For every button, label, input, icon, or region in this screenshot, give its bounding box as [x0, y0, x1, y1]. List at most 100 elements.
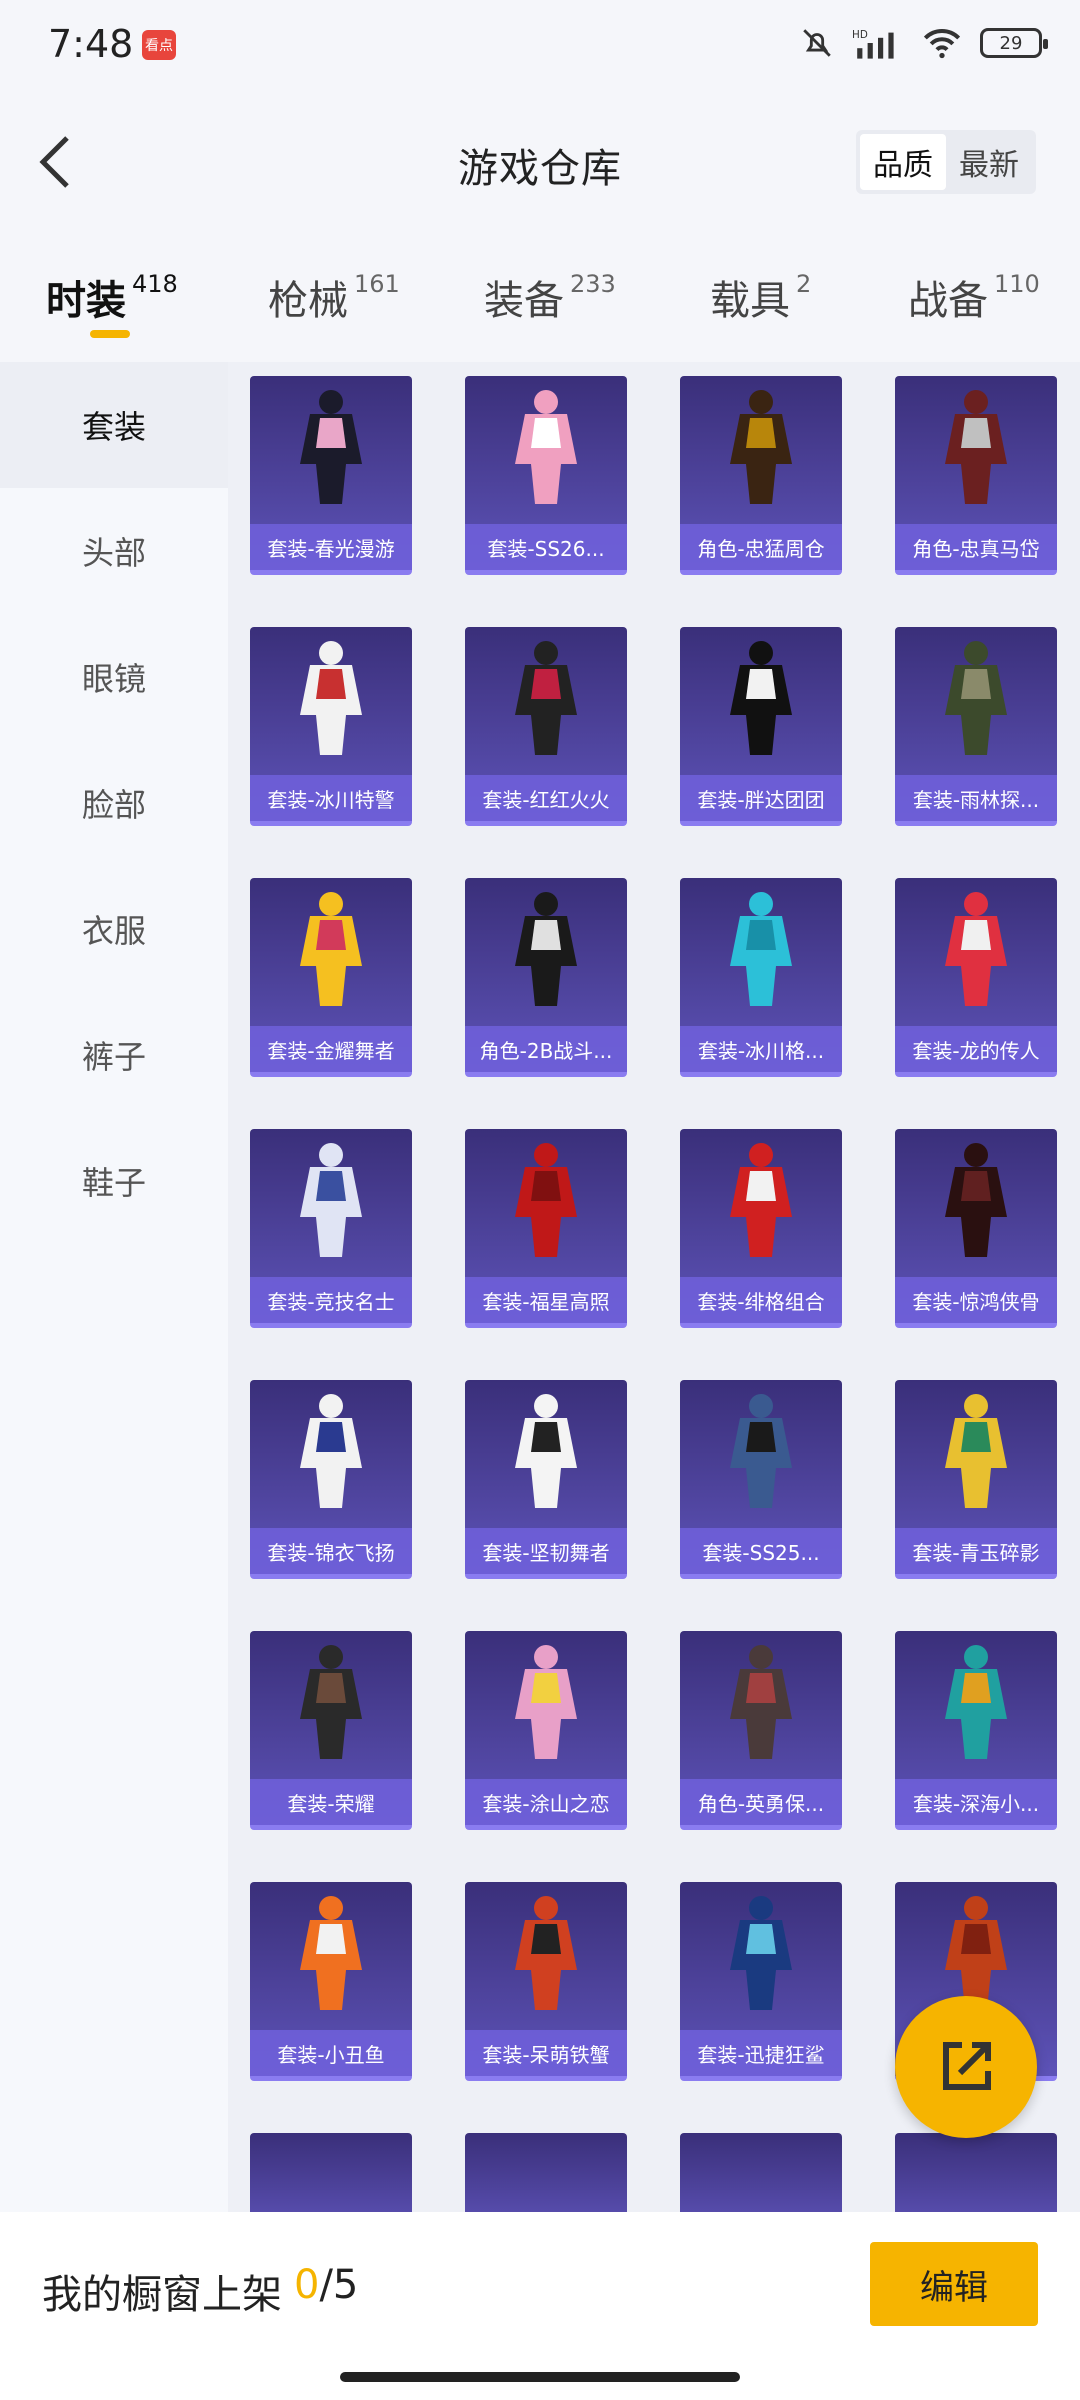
sidebar-item-glasses[interactable]: 眼镜 [0, 614, 228, 740]
tab-count: 2 [796, 270, 812, 298]
item-card[interactable]: 套装-迅捷狂鲨 [680, 1882, 842, 2081]
tab-count: 418 [132, 270, 178, 298]
item-name: 套装-红红火火 [465, 775, 627, 821]
item-thumbnail [515, 390, 577, 504]
item-card[interactable]: 角色-2B战斗... [465, 878, 627, 1077]
item-card[interactable]: 套装-涂山之恋 [465, 1631, 627, 1830]
sort-latest-button[interactable]: 最新 [946, 134, 1032, 190]
item-thumbnail [945, 1394, 1007, 1508]
showcase-total: /5 [319, 2262, 359, 2308]
item-card[interactable]: 套装-深海小... [895, 1631, 1057, 1830]
item-card[interactable] [250, 2133, 412, 2212]
item-card[interactable]: 套装-锦衣飞扬 [250, 1380, 412, 1579]
item-thumbnail [945, 892, 1007, 1006]
item-thumbnail [300, 641, 362, 755]
sidebar: 套装 头部 眼镜 脸部 衣服 裤子 鞋子 [0, 362, 228, 2212]
tab-count: 161 [354, 270, 400, 298]
item-name: 套装-荣耀 [250, 1779, 412, 1825]
item-card[interactable]: 套装-小丑鱼 [250, 1882, 412, 2081]
item-grid: 套装-春光漫游 套装-SS26... 角色-忠猛周仓 角色-忠真马岱 套装-冰川特警 套装… [250, 376, 1057, 2212]
item-name: 角色-2B战斗... [465, 1026, 627, 1072]
battery-icon: 29 [980, 28, 1048, 58]
item-name: 套装-呆萌铁蟹 [465, 2030, 627, 2076]
item-card[interactable]: 套装-福星高照 [465, 1129, 627, 1328]
showcase-count: 0 [294, 2262, 320, 2308]
item-thumbnail [515, 641, 577, 755]
item-name: 套装-深海小... [895, 1779, 1057, 1825]
item-card[interactable]: 套装-红红火火 [465, 627, 627, 826]
item-name: 套装-春光漫游 [250, 524, 412, 570]
item-thumbnail [515, 1143, 577, 1257]
item-card[interactable]: 套装-竞技名士 [250, 1129, 412, 1328]
item-card[interactable]: 套装-春光漫游 [250, 376, 412, 575]
item-thumbnail [945, 1143, 1007, 1257]
item-card[interactable]: 套装-惊鸿侠骨 [895, 1129, 1057, 1328]
item-card[interactable]: 套装-SS25... [680, 1380, 842, 1579]
item-name: 套装-胖达团团 [680, 775, 842, 821]
edit-button[interactable]: 编辑 [870, 2242, 1038, 2326]
home-indicator [340, 2372, 740, 2382]
item-name: 套装-冰川格... [680, 1026, 842, 1072]
bottom-bar: 我的橱窗上架 0 /5 编辑 [0, 2212, 1080, 2400]
item-thumbnail [730, 892, 792, 1006]
item-card[interactable]: 角色-忠猛周仓 [680, 376, 842, 575]
tab-fashion[interactable]: 时装 418 [46, 268, 178, 326]
share-button[interactable] [895, 1996, 1037, 2138]
item-grid-area: 套装-春光漫游 套装-SS26... 角色-忠猛周仓 角色-忠真马岱 套装-冰川特警 套装… [228, 362, 1080, 2212]
share-icon [943, 2042, 991, 2090]
status-icons: HD 29 [800, 26, 1048, 60]
item-thumbnail [730, 1143, 792, 1257]
item-thumbnail [300, 1143, 362, 1257]
sidebar-item-head[interactable]: 头部 [0, 488, 228, 614]
item-card[interactable]: 套装-呆萌铁蟹 [465, 1882, 627, 2081]
item-thumbnail [300, 1394, 362, 1508]
item-name: 套装-小丑鱼 [250, 2030, 412, 2076]
item-thumbnail [945, 390, 1007, 504]
sidebar-item-face[interactable]: 脸部 [0, 740, 228, 866]
sort-quality-button[interactable]: 品质 [860, 134, 946, 190]
tab-equipment[interactable]: 装备 233 [484, 268, 616, 326]
item-card[interactable]: 套装-雨林探... [895, 627, 1057, 826]
item-name: 套装-青玉碎影 [895, 1528, 1057, 1574]
item-card[interactable]: 套装-青玉碎影 [895, 1380, 1057, 1579]
sidebar-item-outfit[interactable]: 套装 [0, 362, 228, 488]
item-name: 套装-迅捷狂鲨 [680, 2030, 842, 2076]
item-thumbnail [300, 390, 362, 504]
item-card[interactable]: 套装-胖达团团 [680, 627, 842, 826]
sidebar-item-pants[interactable]: 裤子 [0, 992, 228, 1118]
item-name: 套装-涂山之恋 [465, 1779, 627, 1825]
active-tab-indicator [90, 330, 130, 338]
item-card[interactable]: 套装-SS26... [465, 376, 627, 575]
sidebar-item-clothes[interactable]: 衣服 [0, 866, 228, 992]
tab-combat-gear[interactable]: 战备 110 [908, 268, 1040, 326]
tab-label: 时装 [46, 278, 126, 324]
item-card[interactable]: 套装-绯格组合 [680, 1129, 842, 1328]
item-card[interactable]: 套装-冰川格... [680, 878, 842, 1077]
item-card[interactable]: 套装-冰川特警 [250, 627, 412, 826]
item-name: 套装-竞技名士 [250, 1277, 412, 1323]
item-name: 套装-冰川特警 [250, 775, 412, 821]
item-thumbnail [945, 1645, 1007, 1759]
svg-text:HD: HD [852, 29, 868, 41]
item-card[interactable] [895, 2133, 1057, 2212]
status-time: 7:48 [48, 22, 134, 66]
tab-firearms[interactable]: 枪械 161 [268, 268, 400, 326]
item-card[interactable]: 角色-英勇保... [680, 1631, 842, 1830]
item-card[interactable]: 套装-坚韧舞者 [465, 1380, 627, 1579]
item-name: 套装-SS25... [680, 1528, 842, 1574]
item-card[interactable]: 套装-荣耀 [250, 1631, 412, 1830]
item-card[interactable] [680, 2133, 842, 2212]
sort-toggle: 品质 最新 [856, 130, 1036, 194]
item-card[interactable] [465, 2133, 627, 2212]
item-name: 套装-金耀舞者 [250, 1026, 412, 1072]
item-name: 套装-龙的传人 [895, 1026, 1057, 1072]
tab-vehicles[interactable]: 载具 2 [710, 268, 811, 326]
item-card[interactable]: 角色-忠真马岱 [895, 376, 1057, 575]
item-card[interactable]: 套装-龙的传人 [895, 878, 1057, 1077]
item-thumbnail [515, 892, 577, 1006]
sidebar-item-shoes[interactable]: 鞋子 [0, 1118, 228, 1244]
item-name: 角色-忠猛周仓 [680, 524, 842, 570]
item-thumbnail [515, 1896, 577, 2010]
item-name: 套装-绯格组合 [680, 1277, 842, 1323]
item-card[interactable]: 套装-金耀舞者 [250, 878, 412, 1077]
